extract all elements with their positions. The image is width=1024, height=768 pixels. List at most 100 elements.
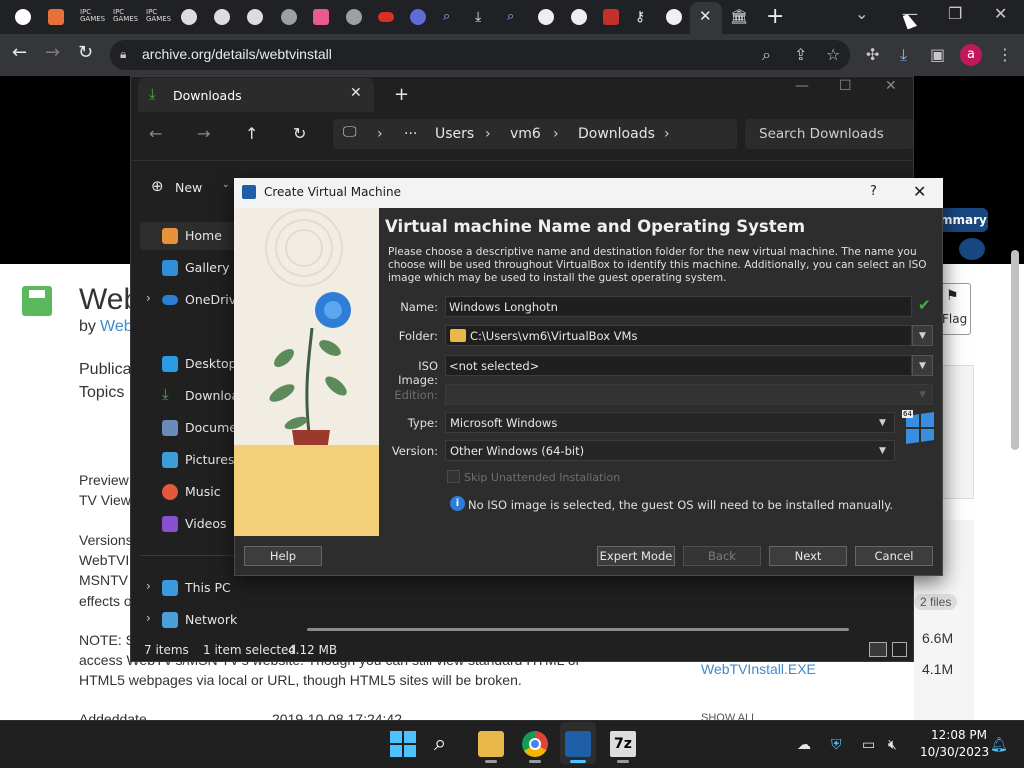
desktop-icon [162,356,178,372]
chevron-right-icon[interactable]: › [146,579,151,593]
creator-link[interactable]: Web [100,318,133,336]
link-icon[interactable] [181,9,197,25]
side-panel-icon[interactable]: ▣ [930,45,945,64]
reload-icon[interactable]: ↻ [78,42,93,63]
globe-icon[interactable] [346,9,362,25]
clock-date[interactable]: 10/30/2023 [920,745,989,759]
maximize-icon[interactable]: ☐ [839,78,852,94]
link-icon[interactable] [247,9,263,25]
expert-mode-button[interactable]: Expert Mode [597,546,675,566]
search-icon[interactable]: ⌕ [762,45,771,65]
7zip-icon[interactable]: 7z [610,731,636,757]
iso-dropdown-button[interactable]: ▼ [912,355,933,376]
type-combo[interactable]: Microsoft Windows ▼ [445,412,895,433]
file-explorer-icon[interactable] [478,731,504,757]
active-tab[interactable]: ✕ [690,2,722,34]
close-tab-icon[interactable]: ✕ [350,85,362,101]
tab-favicon-icon[interactable] [410,9,426,25]
minimize-icon[interactable]: — [795,78,809,94]
file-link[interactable]: WebTVInstall.EXE [701,661,816,677]
notification-bell-icon[interactable]: 🔔︎ [990,737,1008,753]
chrome-icon[interactable] [522,731,548,757]
tab-favicon-icon[interactable] [313,9,329,25]
name-label: Name: [400,300,438,314]
breadcrumb-users[interactable]: Users [435,126,474,142]
tab-favicon-icon[interactable] [48,9,64,25]
close-tab-icon[interactable]: ✕ [699,7,712,25]
ipc-games-icon[interactable]: IPC GAMES [80,9,105,25]
cancel-button[interactable]: Cancel [855,546,933,566]
dialog-close-icon[interactable]: ✕ [913,182,926,201]
url-text[interactable]: archive.org/details/webtvinstall [142,46,332,62]
display-tray-icon[interactable]: ▭ [862,737,875,753]
next-button[interactable]: Next [769,546,847,566]
explorer-tab[interactable]: ⤓ Downloads ✕ [138,78,374,112]
chevron-right-icon[interactable]: › [146,611,151,625]
explorer-horizontal-scrollbar[interactable] [307,628,849,631]
folder-dropdown-button[interactable]: ▼ [912,325,933,346]
search-icon[interactable]: ⌕ [507,9,523,25]
onedrive-tray-icon[interactable]: ☁ [797,737,811,753]
new-tab-button[interactable]: + [766,4,784,29]
start-icon[interactable] [390,731,416,757]
download-icon[interactable]: ⤓ [475,9,491,25]
search-icon[interactable]: ⌕ [434,731,460,757]
key-icon[interactable]: ⚷ [635,9,651,25]
restore-icon[interactable]: ❐ [948,4,962,23]
name-input[interactable]: Windows Longhotn [445,296,912,317]
page-scrollbar[interactable] [1011,250,1019,450]
details-view-icon[interactable] [869,642,887,657]
bookmark-star-icon[interactable]: ☆ [826,45,840,64]
archive-icon[interactable]: 🏛 [730,9,748,25]
profile-avatar[interactable]: a [960,44,982,66]
back-icon[interactable]: ← [149,124,162,143]
link-icon[interactable] [214,9,230,25]
chevron-right-icon[interactable]: › [146,291,151,305]
new-tab-icon[interactable]: + [394,84,409,105]
forward-icon[interactable]: → [197,124,210,143]
search-icon[interactable]: ⌕ [443,9,459,25]
close-window-icon[interactable]: ✕ [994,4,1007,23]
virtualbox-icon[interactable] [565,731,591,757]
ipc-games-icon[interactable]: IPC GAMES [146,9,171,25]
menu-icon[interactable]: ⋮ [997,45,1013,64]
breadcrumb-vm6[interactable]: vm6 [510,126,541,142]
close-window-icon[interactable]: ✕ [885,78,897,94]
status-size: 4.12 MB [288,643,338,657]
breadcrumb-downloads[interactable]: Downloads [578,126,655,142]
volume-muted-icon[interactable]: 🔇︎ [888,737,897,753]
iso-image-combo[interactable]: <not selected> [445,355,912,376]
tab-favicon-icon[interactable] [603,9,619,25]
globe-icon[interactable] [281,9,297,25]
version-combo[interactable]: Other Windows (64-bit) ▼ [445,440,895,461]
refresh-icon[interactable]: ↻ [293,124,306,143]
sidebar-item-this-pc[interactable]: › This PC [140,574,278,602]
ipc-games-icon[interactable]: IPC GAMES [113,9,138,25]
up-icon[interactable]: ↑ [245,124,258,143]
back-icon[interactable]: ← [12,42,27,63]
tab-favicon-icon[interactable] [378,12,394,22]
help-button[interactable]: Help [244,546,322,566]
summary-button[interactable]: mmary [940,208,988,232]
google-icon[interactable] [15,9,31,25]
new-button[interactable]: ⊕ New ⌄ [149,176,230,198]
downloads-icon[interactable]: ⤓ [900,45,907,65]
folder-combo[interactable]: C:\Users\vm6\VirtualBox VMs [445,325,912,346]
extensions-icon[interactable]: ✣ [866,45,879,64]
share-circle-icon[interactable] [959,238,985,260]
tab-search-icon[interactable]: ⌄ [855,4,868,23]
forward-icon[interactable]: → [45,42,60,63]
clock-time[interactable]: 12:08 PM [931,728,987,742]
explorer-search-box[interactable]: Search Downloads [745,119,913,149]
breadcrumb-ellipsis[interactable]: ··· [404,126,417,142]
chrome-icon[interactable] [571,9,587,25]
share-icon[interactable]: ⇪ [794,45,807,64]
sidebar-item-network[interactable]: › Network [140,606,278,634]
pictures-icon [162,452,178,468]
chrome-icon[interactable] [538,9,554,25]
defender-tray-icon[interactable]: ⛨ [831,737,842,753]
github-icon[interactable] [666,9,682,25]
flag-button[interactable]: ⚑ Flag [940,283,971,335]
context-help-button[interactable]: ? [870,184,877,199]
tiles-view-icon[interactable] [892,642,907,657]
